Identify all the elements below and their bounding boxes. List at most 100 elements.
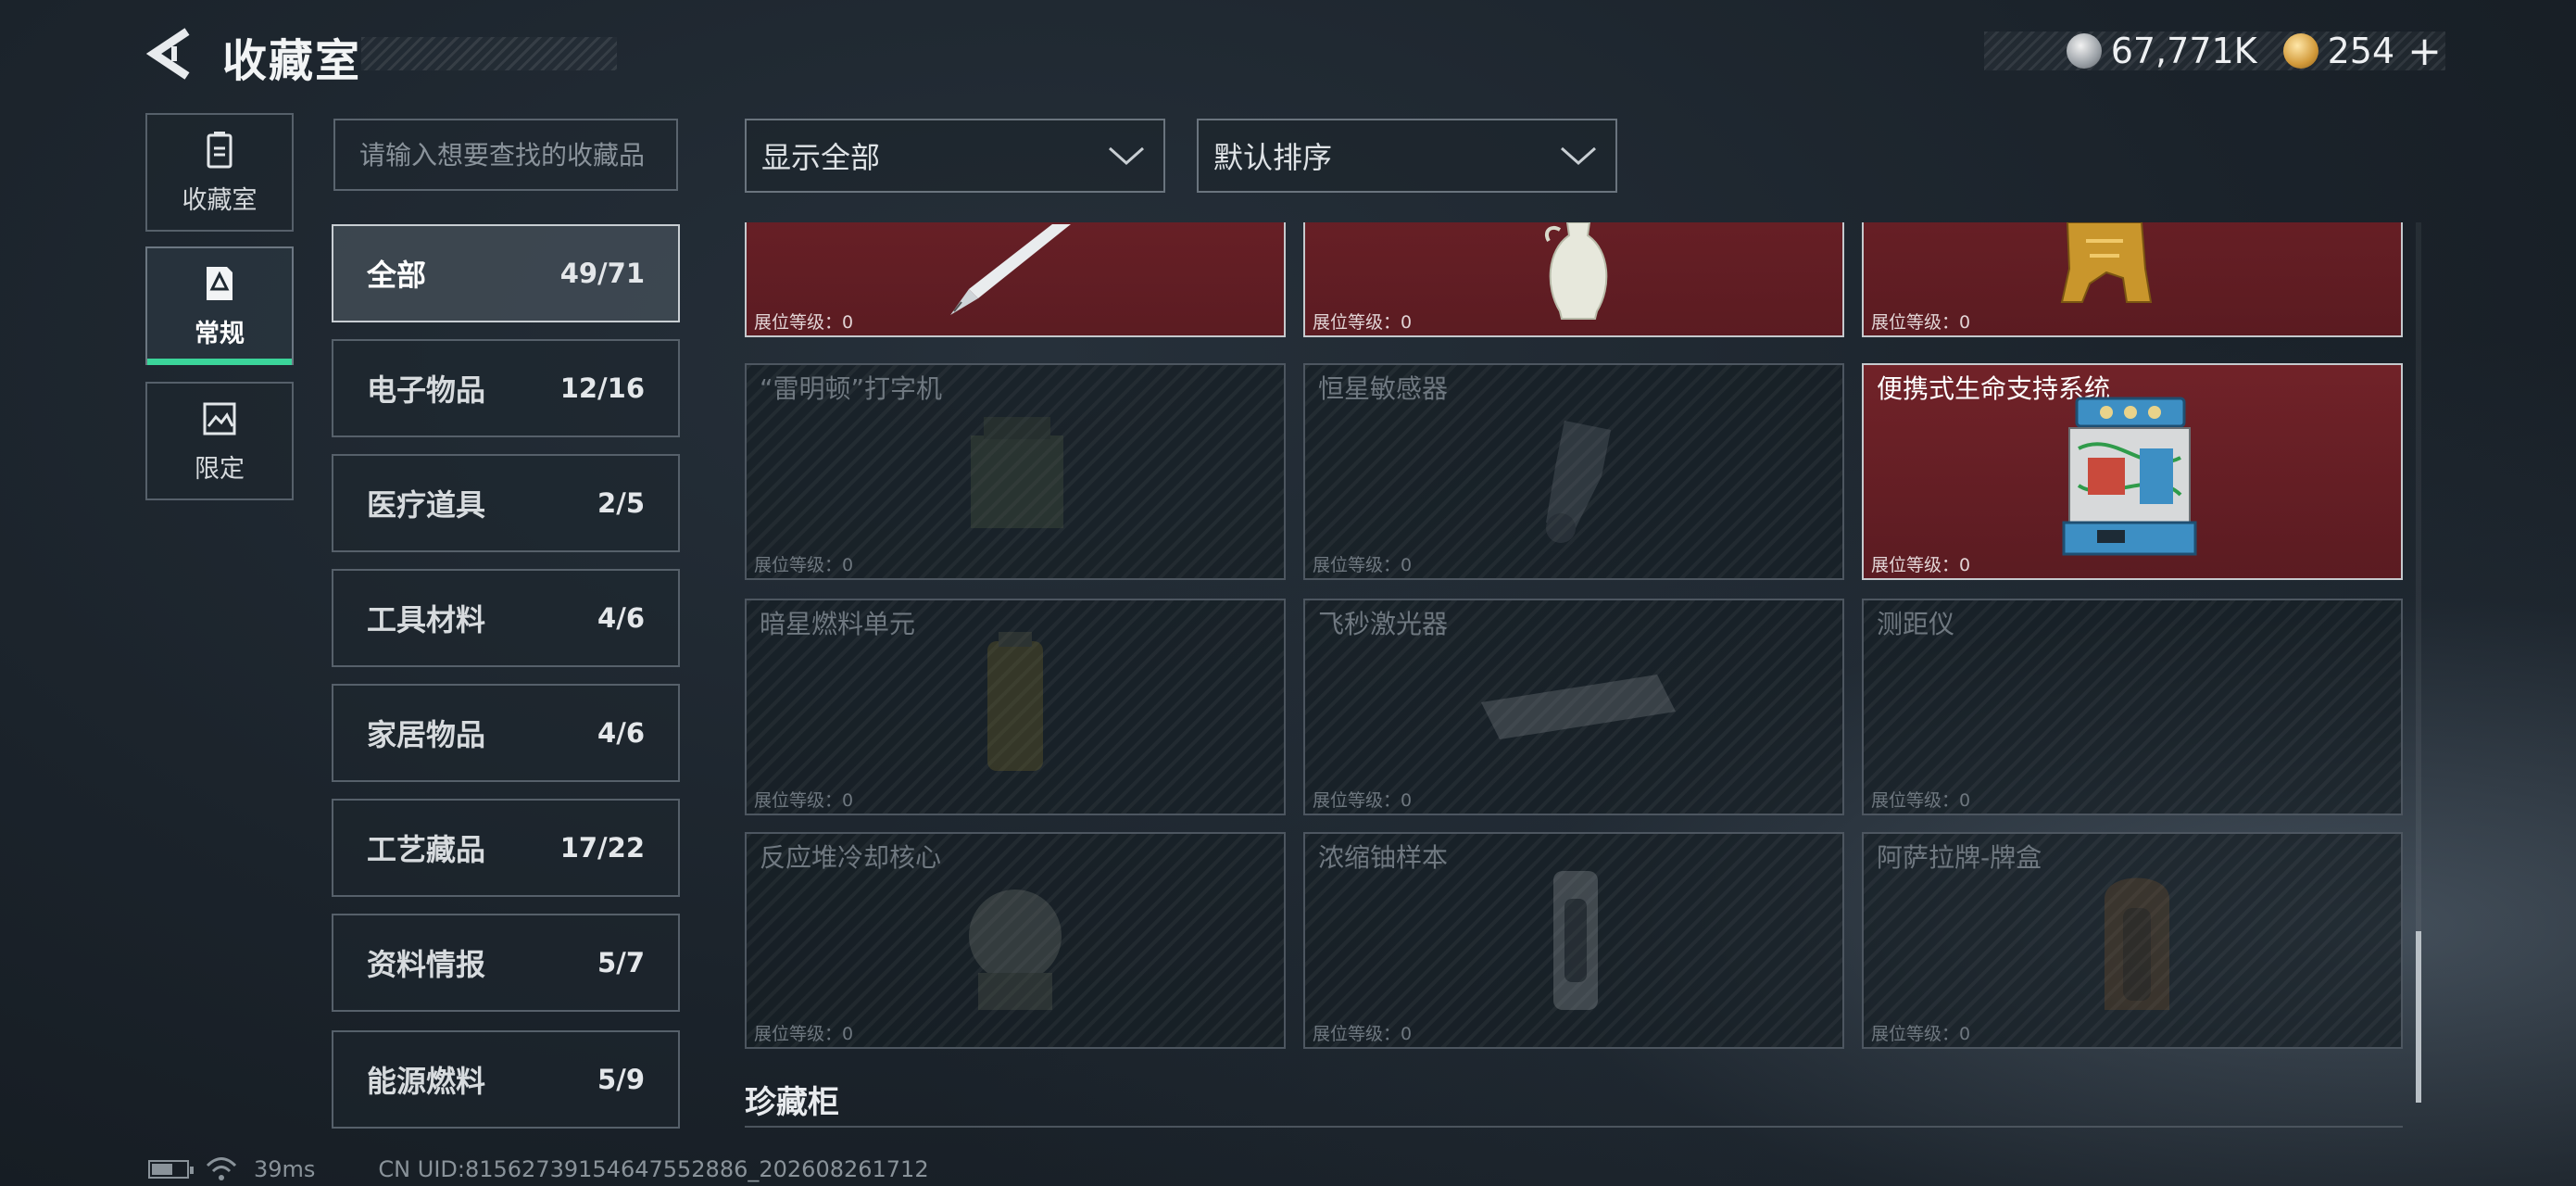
item-level: 展位等级：0	[1871, 312, 1971, 333]
add-currency-button[interactable]: +	[2407, 28, 2442, 75]
item-card[interactable]: 暗星燃料单元 展位等级：0	[745, 599, 1286, 815]
item-card[interactable]: 测距仪 展位等级：0	[1862, 599, 2403, 815]
item-level: 展位等级：0	[754, 1024, 854, 1044]
silver-balance: 67,771K	[2110, 31, 2257, 71]
section-title: 珍藏柜	[745, 1084, 839, 1121]
category-count: 4/6	[597, 602, 645, 634]
battery-icon	[148, 1160, 194, 1179]
category-name: 全部	[367, 258, 427, 293]
chevron-down-icon	[1109, 146, 1144, 166]
item-card[interactable]: “雷明顿”打字机 展位等级：0	[745, 363, 1286, 580]
porcelain-vase-icon	[1544, 222, 1608, 320]
category-crafts[interactable]: 工艺藏品 17/22	[332, 799, 680, 897]
category-name: 资料情报	[367, 947, 486, 982]
item-name: 飞秒激光器	[1318, 609, 1449, 639]
category-energy[interactable]: 能源燃料 5/9	[332, 1030, 680, 1129]
sort-dropdown[interactable]: 默认排序	[1197, 119, 1617, 193]
ping-value: 39ms	[254, 1156, 316, 1182]
item-card[interactable]: 浓缩铀样本 展位等级：0	[1303, 832, 1844, 1049]
title-decoration	[361, 37, 617, 70]
gold-balance: 254	[2327, 31, 2395, 71]
category-count: 5/9	[597, 1064, 645, 1095]
item-level: 展位等级：0	[1871, 790, 1971, 811]
trash-bin-icon	[207, 131, 232, 168]
document-icon	[207, 266, 232, 300]
item-level: 展位等级：0	[1313, 555, 1413, 575]
item-level: 展位等级：0	[754, 312, 854, 333]
silver-coin-icon	[2066, 33, 2102, 69]
category-intel[interactable]: 资料情报 5/7	[332, 914, 680, 1012]
item-name: 测距仪	[1877, 609, 1955, 639]
item-name: “雷明顿”打字机	[760, 373, 943, 404]
uranium-sample-icon	[1553, 871, 1598, 1010]
typewriter-icon	[971, 417, 1063, 528]
category-name: 能源燃料	[367, 1064, 486, 1099]
life-support-icon	[2062, 397, 2197, 556]
item-level: 展位等级：0	[754, 790, 854, 811]
category-count: 17/22	[559, 832, 645, 864]
category-name: 电子物品	[367, 372, 486, 408]
currency-bar: 67,771K 254 +	[1984, 28, 2445, 75]
display-filter-value: 显示全部	[761, 140, 881, 175]
category-medical[interactable]: 医疗道具 2/5	[332, 454, 680, 552]
item-level: 展位等级：0	[754, 555, 854, 575]
nav-collection-room[interactable]: 收藏室	[145, 113, 294, 232]
item-card[interactable]: 反应堆冷却核心 展位等级：0	[745, 832, 1286, 1049]
item-name: 浓缩铀样本	[1318, 842, 1449, 873]
nav-regular[interactable]: 常规	[145, 246, 294, 365]
item-level: 展位等级：0	[1313, 312, 1413, 333]
item-card[interactable]: 阿萨拉牌-牌盒 展位等级：0	[1862, 832, 2403, 1049]
category-electronics[interactable]: 电子物品 12/16	[332, 339, 680, 437]
gold-coin-icon	[2282, 33, 2318, 69]
item-card[interactable]: 展位等级：0	[1303, 222, 1844, 337]
wifi-icon	[206, 1157, 237, 1180]
item-card[interactable]: 展位等级：0	[745, 222, 1286, 337]
category-name: 工具材料	[367, 602, 486, 637]
nav-label: 限定	[195, 454, 245, 484]
nav-limited[interactable]: 限定	[145, 382, 294, 500]
item-name: 恒星敏感器	[1318, 373, 1449, 404]
category-count: 2/5	[597, 487, 645, 519]
item-name: 暗星燃料单元	[760, 609, 916, 639]
nav-label: 收藏室	[182, 185, 258, 215]
category-name: 家居物品	[367, 717, 486, 752]
category-name: 医疗道具	[367, 487, 486, 523]
item-card[interactable]: 便携式生命支持系统 展位等级：0	[1862, 363, 2403, 580]
collectibles-grid: 展位等级：0 展位等级：0 展位等级：0 “雷明顿”打字机 展位等级：0 恒星敏…	[745, 222, 2403, 1130]
display-filter-dropdown[interactable]: 显示全部	[745, 119, 1165, 193]
scrollbar-thumb[interactable]	[2416, 931, 2421, 1103]
image-icon	[203, 402, 236, 435]
item-name: 反应堆冷却核心	[760, 842, 942, 873]
page-title: 收藏室	[222, 35, 362, 87]
nav-label: 常规	[195, 319, 245, 348]
section-divider	[745, 1126, 2403, 1128]
item-card[interactable]: 恒星敏感器 展位等级：0	[1303, 363, 1844, 580]
golden-statue-icon	[2060, 222, 2153, 303]
fountain-pen-icon	[950, 224, 1071, 315]
category-count: 4/6	[597, 717, 645, 749]
card-box-icon	[2105, 877, 2169, 1010]
laser-icon	[1481, 675, 1676, 739]
category-name: 工艺藏品	[367, 832, 486, 867]
fuel-cell-icon	[987, 632, 1043, 771]
sort-value: 默认排序	[1213, 140, 1333, 175]
chevron-down-icon	[1561, 146, 1596, 166]
category-tools[interactable]: 工具材料 4/6	[332, 569, 680, 667]
search-input[interactable]	[333, 119, 678, 191]
category-count: 5/7	[597, 947, 645, 978]
reactor-core-icon	[969, 890, 1062, 1010]
item-level: 展位等级：0	[1313, 1024, 1413, 1044]
category-count: 49/71	[559, 258, 645, 289]
back-arrow-icon	[145, 28, 190, 80]
back-button[interactable]	[145, 26, 193, 82]
item-card[interactable]: 展位等级：0	[1862, 222, 2403, 337]
category-household[interactable]: 家居物品 4/6	[332, 684, 680, 782]
item-level: 展位等级：0	[1871, 1024, 1971, 1044]
category-count: 12/16	[559, 372, 645, 404]
item-level: 展位等级：0	[1871, 555, 1971, 575]
status-footer: 39ms CN UID:81562739154647552886_2026082…	[148, 1156, 929, 1182]
uid-text: CN UID:81562739154647552886_202608261712	[378, 1156, 929, 1182]
category-all[interactable]: 全部 49/71	[332, 224, 680, 322]
item-level: 展位等级：0	[1313, 790, 1413, 811]
item-card[interactable]: 飞秒激光器 展位等级：0	[1303, 599, 1844, 815]
